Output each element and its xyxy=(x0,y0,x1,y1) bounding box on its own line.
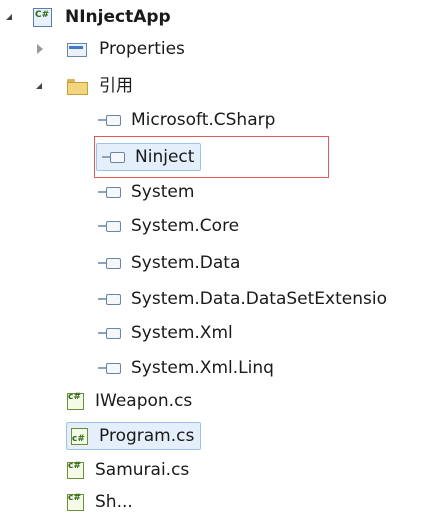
references-folder-label: 引用 xyxy=(99,76,133,96)
reference-icon xyxy=(96,292,124,306)
file-item[interactable]: c# Samurai.cs xyxy=(66,454,192,486)
file-item-program[interactable]: c# Program.cs xyxy=(66,420,202,452)
reference-label: System xyxy=(131,182,195,202)
reference-item[interactable]: System.Xml xyxy=(96,317,236,349)
reference-icon xyxy=(96,326,124,340)
reference-icon xyxy=(96,219,124,233)
reference-label: System.Xml xyxy=(131,323,233,343)
csharp-file-icon: c# xyxy=(70,427,88,445)
reference-item[interactable]: Microsoft.CSharp xyxy=(96,104,278,136)
expand-icon[interactable] xyxy=(37,44,43,54)
reference-label: System.Data xyxy=(131,253,241,273)
reference-icon xyxy=(96,113,124,127)
reference-item[interactable]: System.Xml.Linq xyxy=(96,352,277,384)
reference-label: Microsoft.CSharp xyxy=(131,110,276,130)
properties-icon xyxy=(66,41,88,58)
reference-item[interactable]: System.Data xyxy=(96,247,243,279)
file-label: IWeapon.cs xyxy=(95,391,193,411)
reference-label: System.Core xyxy=(131,216,240,236)
csharp-project-icon: C# xyxy=(32,7,54,27)
file-label: Samurai.cs xyxy=(95,460,190,480)
csharp-file-icon: c# xyxy=(66,392,84,410)
selection-highlight: c# Program.cs xyxy=(66,422,202,450)
expand-collapse-icon[interactable] xyxy=(6,14,12,20)
reference-icon xyxy=(96,361,124,375)
solution-explorer-tree: C# NInjectApp Properties 引用 Microsoft.CS… xyxy=(0,0,436,512)
file-label: Sh... xyxy=(95,492,133,512)
csharp-file-icon: c# xyxy=(66,493,84,511)
annotation-highlight-box xyxy=(94,136,329,178)
properties-node[interactable]: Properties xyxy=(0,33,188,65)
reference-label: System.Xml.Linq xyxy=(131,358,274,378)
project-node[interactable]: C# NInjectApp xyxy=(0,1,174,33)
properties-label: Properties xyxy=(99,39,185,59)
expand-collapse-icon[interactable] xyxy=(36,83,42,89)
file-label: Program.cs xyxy=(99,426,195,446)
reference-item[interactable]: System.Core xyxy=(96,210,242,242)
csharp-file-icon: c# xyxy=(66,461,84,479)
reference-label: System.Data.DataSetExtensio xyxy=(131,289,387,309)
references-folder-node[interactable]: 引用 xyxy=(0,70,136,102)
reference-item[interactable]: System xyxy=(96,176,197,208)
folder-icon xyxy=(66,78,88,95)
reference-icon xyxy=(96,185,124,199)
project-label: NInjectApp xyxy=(65,7,171,27)
reference-icon xyxy=(96,256,124,270)
file-item[interactable]: c# IWeapon.cs xyxy=(66,385,195,417)
reference-item[interactable]: System.Data.DataSetExtensio xyxy=(96,283,390,315)
file-item[interactable]: c# Sh... xyxy=(66,486,136,518)
